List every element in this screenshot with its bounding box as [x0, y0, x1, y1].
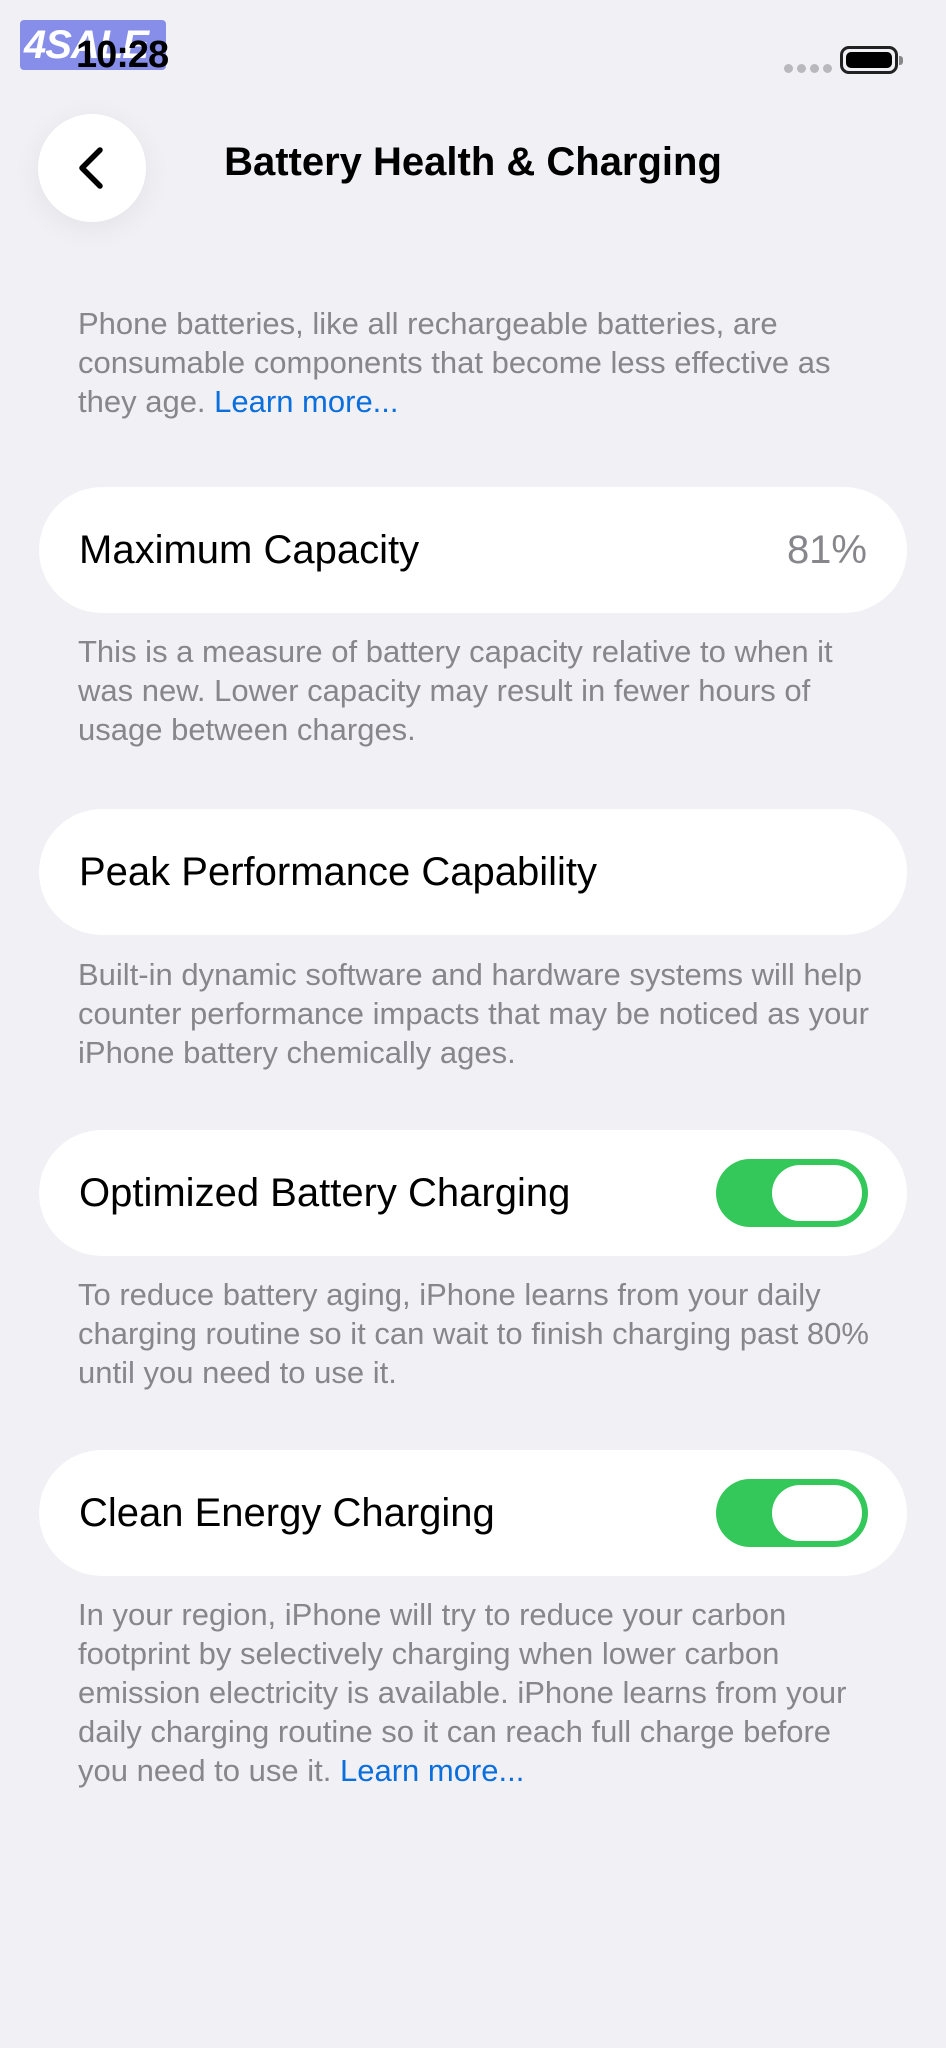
- status-time: 10:28: [76, 34, 169, 76]
- cellular-signal-icon: [784, 64, 832, 73]
- maximum-capacity-label: Maximum Capacity: [79, 528, 420, 572]
- toggle-knob: [772, 1165, 862, 1221]
- clean-energy-toggle[interactable]: [716, 1479, 868, 1547]
- learn-more-link[interactable]: Learn more...: [340, 1753, 524, 1788]
- peak-performance-label: Peak Performance Capability: [79, 850, 598, 894]
- clean-energy-footnote: In your region, iPhone will try to reduc…: [78, 1595, 878, 1790]
- optimized-charging-row: Optimized Battery Charging: [39, 1130, 907, 1256]
- maximum-capacity-footnote: This is a measure of battery capacity re…: [78, 634, 833, 747]
- page-title: Battery Health & Charging: [224, 140, 722, 184]
- intro-text-body: Phone batteries, like all rechargeable b…: [78, 306, 831, 419]
- optimized-charging-label: Optimized Battery Charging: [79, 1171, 571, 1215]
- maximum-capacity-row: Maximum Capacity 81%: [39, 487, 907, 613]
- optimized-charging-footnote: To reduce battery aging, iPhone learns f…: [78, 1277, 869, 1390]
- peak-performance-footnote: Built-in dynamic software and hardware s…: [78, 957, 869, 1070]
- intro-text: Phone batteries, like all rechargeable b…: [78, 304, 878, 421]
- battery-icon: [840, 46, 903, 74]
- optimized-charging-toggle[interactable]: [716, 1159, 868, 1227]
- clean-energy-label: Clean Energy Charging: [79, 1491, 495, 1535]
- maximum-capacity-value: 81%: [786, 528, 867, 572]
- clean-energy-row: Clean Energy Charging: [39, 1450, 907, 1576]
- learn-more-link[interactable]: Learn more...: [214, 384, 398, 419]
- toggle-knob: [772, 1485, 862, 1541]
- peak-performance-row[interactable]: Peak Performance Capability: [39, 809, 907, 935]
- status-bar: 4SALE 10:28: [0, 0, 946, 120]
